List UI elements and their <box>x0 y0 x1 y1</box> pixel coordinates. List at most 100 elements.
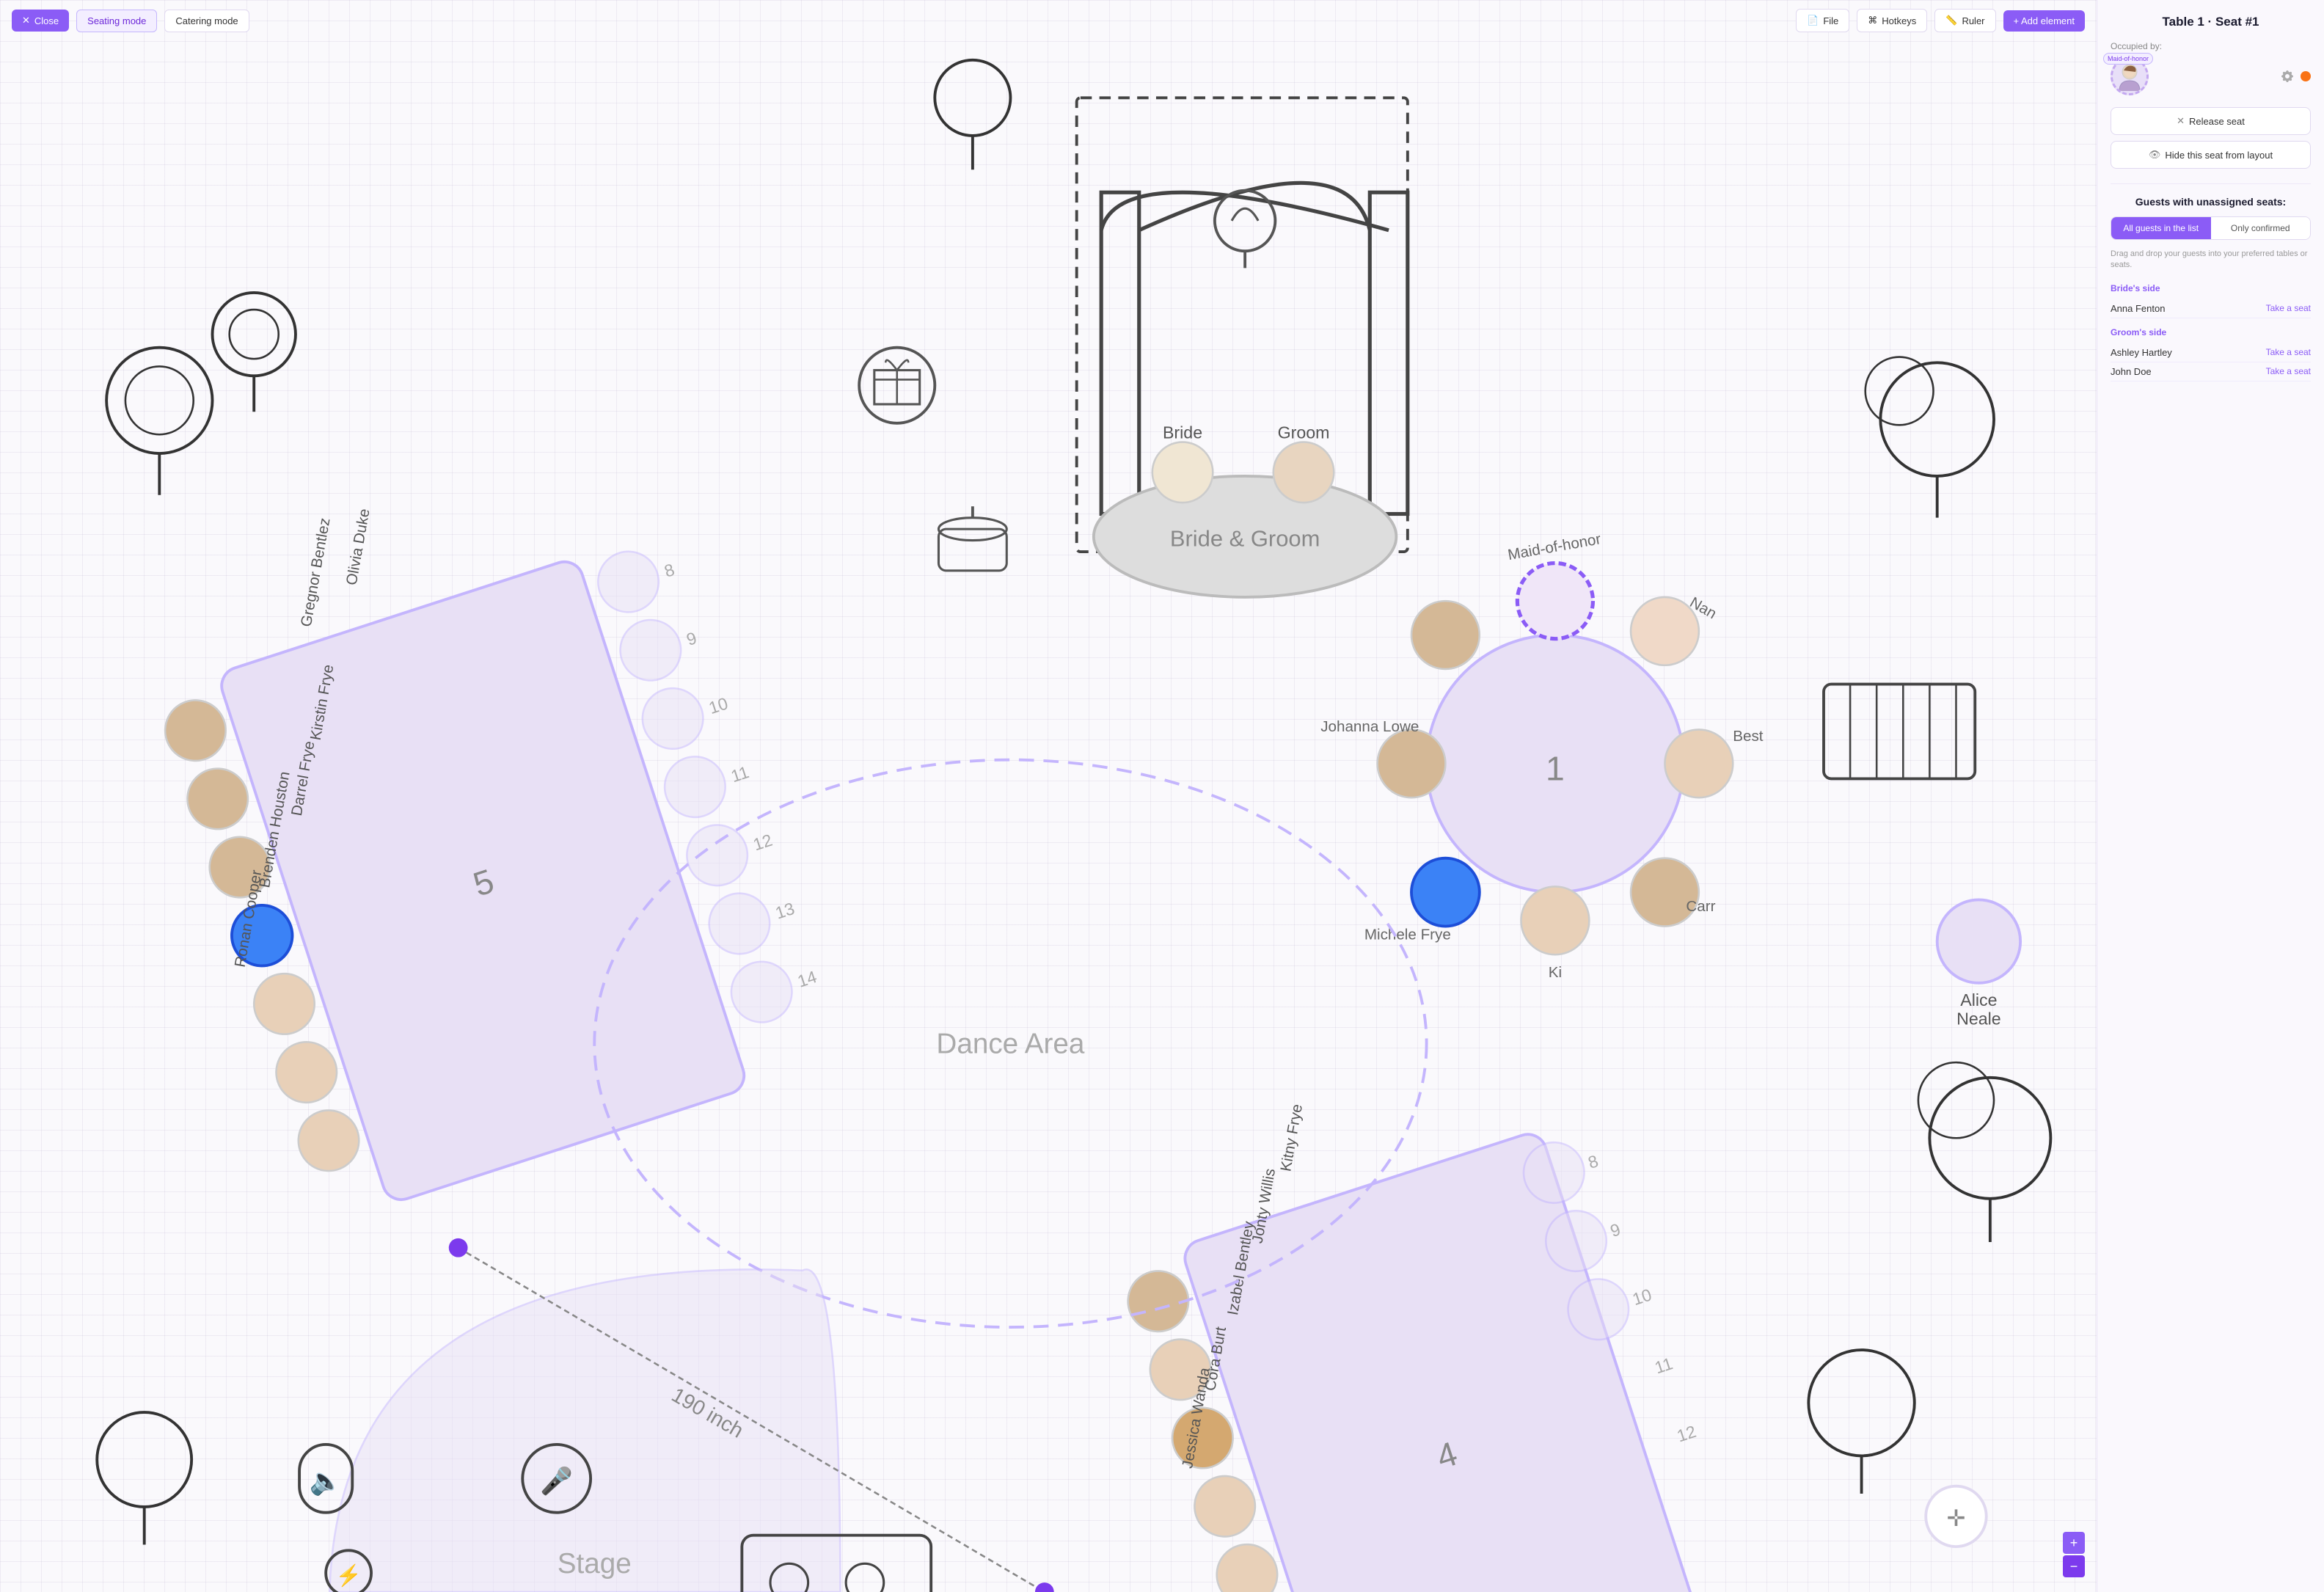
toolbar: ✕ Close Seating mode Catering mode 📄 Fil… <box>0 0 2097 41</box>
brides-side-label: Bride's side <box>2111 283 2311 293</box>
hotkeys-button[interactable]: ⌘ Hotkeys <box>1857 9 1927 32</box>
add-element-button[interactable]: + Add element <box>2003 10 2085 32</box>
grooms-side-label: Groom's side <box>2111 327 2311 337</box>
ceremony-arch: Bride & Groom Bride Groom <box>1077 98 1408 597</box>
filter-confirmed-label: Only confirmed <box>2231 223 2290 233</box>
anna-fenton-row: Anna Fenton Take a seat <box>2111 299 2311 318</box>
catering-mode-button[interactable]: Catering mode <box>164 10 249 32</box>
bride-label: Bride <box>1163 423 1202 442</box>
olivia-duke-label: Olivia Duke <box>343 508 373 587</box>
anna-fenton-take-seat[interactable]: Take a seat <box>2266 303 2311 313</box>
occupied-label: Occupied by: <box>2111 41 2311 51</box>
close-button[interactable]: ✕ Close <box>12 10 69 32</box>
catering-mode-label: Catering mode <box>175 15 238 26</box>
table-1: 1 Maid-of-honor Nan Best Carr Ki Michele… <box>1320 530 1764 981</box>
occupied-icons <box>2280 69 2311 84</box>
filter-all-tab[interactable]: All guests in the list <box>2111 217 2211 239</box>
hotkeys-label: Hotkeys <box>1882 15 1916 26</box>
svg-text:8: 8 <box>1586 1151 1601 1172</box>
occupied-section: Occupied by: Maid-of-honor <box>2111 41 2311 95</box>
ruler-point-start[interactable] <box>449 1238 468 1257</box>
filter-confirmed-tab[interactable]: Only confirmed <box>2211 217 2311 239</box>
svg-text:9: 9 <box>1608 1219 1623 1241</box>
svg-text:🔈: 🔈 <box>310 1466 343 1497</box>
svg-text:14: 14 <box>795 967 819 991</box>
svg-text:Johanna Lowe: Johanna Lowe <box>1320 718 1419 735</box>
hotkeys-icon: ⌘ <box>1868 15 1877 26</box>
file-label: File <box>1823 15 1838 26</box>
panel-title: Table 1 · Seat #1 <box>2111 15 2311 29</box>
zoom-out-button[interactable]: − <box>2063 1555 2085 1577</box>
svg-text:9: 9 <box>684 628 699 649</box>
right-panel: Table 1 · Seat #1 Occupied by: Maid-of-h… <box>2097 0 2324 1592</box>
alice-neale: Alice Neale <box>1937 899 2020 1028</box>
svg-text:🎤: 🎤 <box>540 1465 573 1496</box>
ruler-button[interactable]: 📏 Ruler <box>1934 9 1995 32</box>
ashley-hartley-take-seat[interactable]: Take a seat <box>2266 347 2311 357</box>
tree-top-1 <box>935 60 1010 170</box>
ruler-label: Ruler <box>1962 15 1984 26</box>
ruler-point-end[interactable] <box>1035 1582 1054 1592</box>
svg-text:Kitny Frye: Kitny Frye <box>1277 1103 1306 1172</box>
bride-groom-label: Bride & Groom <box>1170 525 1320 551</box>
drag-hint: Drag and drop your guests into your pref… <box>2111 249 2311 271</box>
eye-icon: 👁 <box>2149 149 2161 161</box>
zoom-out-icon: − <box>2070 1559 2078 1574</box>
dance-area-label: Dance Area <box>936 1028 1085 1059</box>
john-doe-take-seat[interactable]: Take a seat <box>2266 366 2311 376</box>
anna-fenton-name: Anna Fenton <box>2111 303 2165 314</box>
john-doe-row: John Doe Take a seat <box>2111 362 2311 381</box>
svg-text:Maid-of-honor: Maid-of-honor <box>1507 530 1602 563</box>
filter-tabs: All guests in the list Only confirmed <box>2111 216 2311 240</box>
zoom-in-button[interactable]: + <box>2063 1532 2085 1554</box>
release-seat-label: Release seat <box>2189 116 2245 127</box>
tree-topleft-1 <box>106 348 212 495</box>
compass-icon[interactable]: ✛ <box>1926 1486 1986 1547</box>
tree-right-3 <box>1808 1350 1914 1494</box>
ashley-hartley-name: Ashley Hartley <box>2111 347 2172 358</box>
svg-text:Neale: Neale <box>1956 1009 2001 1029</box>
add-element-label: + Add element <box>2014 15 2075 26</box>
gift-icon <box>859 348 935 423</box>
release-seat-button[interactable]: ✕ Release seat <box>2111 107 2311 135</box>
cake-icon <box>938 506 1006 571</box>
settings-icon[interactable] <box>2280 69 2295 84</box>
file-icon: 📄 <box>1807 15 1819 26</box>
tree-bottomleft <box>97 1412 191 1544</box>
svg-text:Carr: Carr <box>1686 898 1715 915</box>
svg-text:11: 11 <box>728 762 751 786</box>
piano <box>1824 684 1975 779</box>
hide-seat-button[interactable]: 👁 Hide this seat from layout <box>2111 141 2311 169</box>
svg-text:12: 12 <box>750 830 775 855</box>
file-button[interactable]: 📄 File <box>1796 9 1849 32</box>
brides-side-group: Bride's side Anna Fenton Take a seat <box>2111 283 2311 318</box>
close-label: Close <box>34 15 59 26</box>
stage-area <box>329 1269 840 1592</box>
status-dot <box>2301 71 2311 81</box>
tree-right-2 <box>1918 1062 2050 1242</box>
seating-mode-label: Seating mode <box>87 15 146 26</box>
scene-svg: Bride & Groom Bride Groom 1 <box>0 41 2097 1592</box>
seating-mode-button[interactable]: Seating mode <box>76 10 157 32</box>
svg-text:12: 12 <box>1675 1422 1699 1446</box>
grooms-side-group: Groom's side Ashley Hartley Take a seat … <box>2111 327 2311 381</box>
toolbar-right: 📄 File ⌘ Hotkeys 📏 Ruler + Add element <box>1796 9 2085 32</box>
john-doe-name: John Doe <box>2111 366 2152 377</box>
stage-label: Stage <box>558 1548 632 1580</box>
filter-all-label: All guests in the list <box>2123 223 2199 233</box>
tree-right-1 <box>1866 357 1994 518</box>
svg-text:Alice: Alice <box>1960 990 1997 1009</box>
seat-maid-of-honor[interactable] <box>1517 563 1593 639</box>
svg-text:8: 8 <box>662 560 676 581</box>
svg-text:11: 11 <box>1652 1354 1675 1377</box>
canvas-area: ✕ Close Seating mode Catering mode 📄 Fil… <box>0 0 2097 1592</box>
x-icon: ✕ <box>2177 115 2185 127</box>
ashley-hartley-row: Ashley Hartley Take a seat <box>2111 343 2311 362</box>
tree-topleft-2 <box>213 293 296 412</box>
svg-text:Best: Best <box>1733 728 1764 745</box>
svg-text:10: 10 <box>706 693 731 718</box>
occupied-row: Maid-of-honor <box>2111 57 2311 95</box>
groom-label: Groom <box>1278 423 1330 442</box>
hide-seat-label: Hide this seat from layout <box>2165 150 2273 161</box>
zoom-in-icon: + <box>2070 1536 2078 1551</box>
